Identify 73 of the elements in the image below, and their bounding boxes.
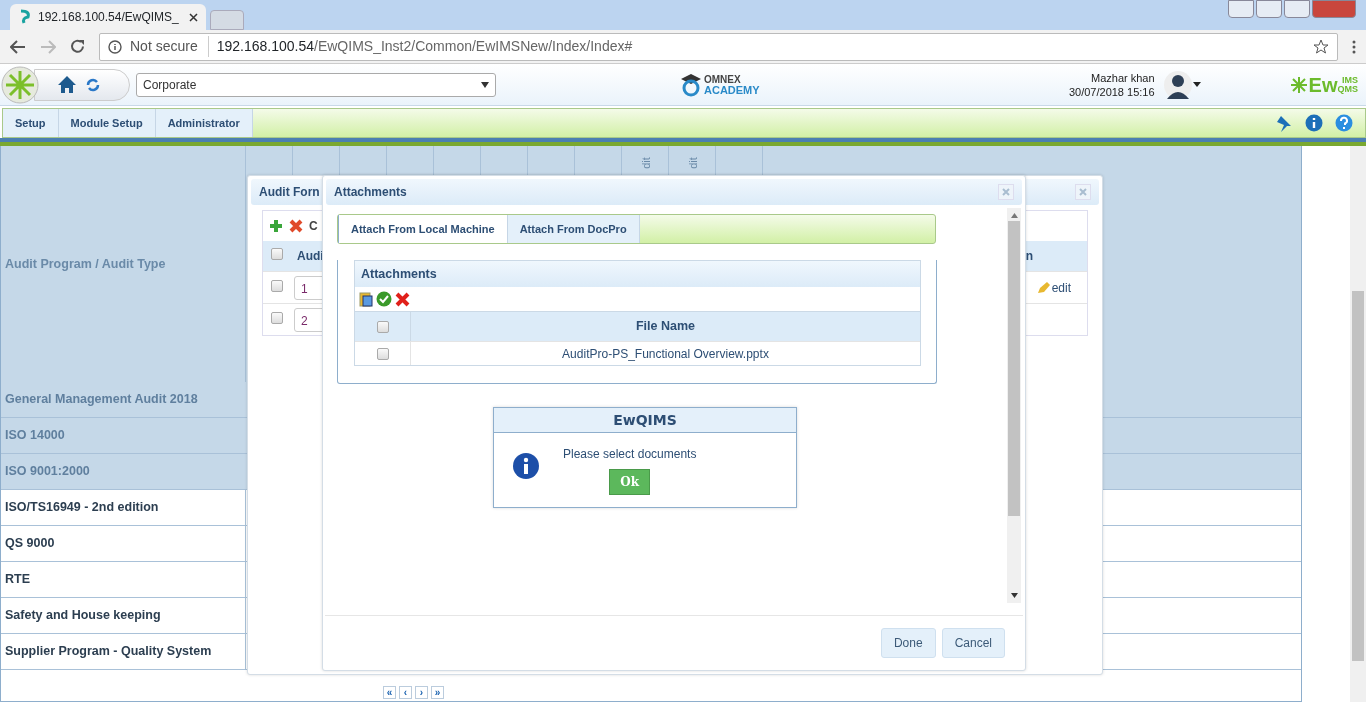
close-icon[interactable] (189, 12, 198, 22)
minimize-button[interactable] (1256, 0, 1282, 18)
scrollbar[interactable] (1350, 146, 1366, 702)
file-name: AuditPro-PS_Functional Overview.pptx (562, 345, 769, 363)
tab-title: 192.168.100.54/EwQIMS_ (38, 9, 179, 26)
snowflake-logo-icon[interactable] (0, 64, 40, 105)
row-label[interactable]: ISO/TS16949 - 2nd edition (1, 490, 246, 525)
home-icon[interactable] (57, 75, 77, 94)
date-time: 30/07/2018 15:16 (1068, 84, 1155, 99)
column-header: dit (686, 157, 699, 169)
scroll-down-icon[interactable] (1010, 593, 1018, 598)
pencil-icon (1036, 281, 1050, 294)
bookmark-star-icon[interactable] (1313, 38, 1329, 55)
menu-icon[interactable] (1352, 39, 1356, 54)
checkbox[interactable] (271, 311, 283, 324)
toolbar-label: C (309, 218, 318, 235)
check-icon[interactable] (376, 291, 392, 307)
delete-icon[interactable] (395, 291, 410, 307)
dialog-button[interactable]: Cancel (941, 628, 1005, 658)
tab[interactable]: Attach From DocPro (507, 215, 640, 243)
clipboard-icon[interactable] (359, 291, 373, 307)
dialog-title: EwQIMS (494, 408, 796, 433)
reload-icon[interactable] (70, 39, 85, 54)
help-icon[interactable] (1335, 114, 1353, 132)
location-select[interactable]: Corporate (136, 72, 496, 97)
pager-button[interactable]: « (383, 686, 396, 699)
scroll-up-icon[interactable] (1010, 213, 1018, 218)
add-icon[interactable] (269, 219, 283, 233)
pin-icon[interactable] (1275, 114, 1293, 132)
column-header: Audit Program / Audit Type (5, 255, 166, 273)
column-header: n (1025, 248, 1033, 265)
pager-button[interactable]: › (415, 686, 428, 699)
row-label[interactable]: RTE (1, 562, 246, 597)
pager-button[interactable]: » (431, 686, 444, 699)
column-header: File Name (635, 318, 696, 336)
info-icon[interactable] (1305, 114, 1323, 132)
site-icon (18, 9, 32, 25)
refresh-icon[interactable] (85, 76, 101, 93)
menu-tab[interactable]: Module Setup (58, 109, 156, 137)
edit-link[interactable]: edit (1051, 278, 1071, 297)
user-button[interactable] (1228, 0, 1254, 18)
caret-icon (481, 81, 489, 88)
pager-button[interactable]: ‹ (399, 686, 412, 699)
menu-tab[interactable]: Administrator (155, 109, 253, 137)
back-icon[interactable] (10, 39, 26, 54)
scrollbar[interactable] (1007, 208, 1021, 603)
info-icon (512, 452, 540, 480)
row-label[interactable]: Safety and House keeping (1, 598, 246, 633)
checkbox[interactable] (376, 347, 389, 360)
checkbox[interactable] (271, 279, 283, 292)
academy-logo: OMNEX ACADEMY (680, 72, 760, 97)
message-text: Please select documents (563, 446, 697, 463)
dialog-button[interactable]: Done (880, 628, 936, 658)
column-header: dit (639, 157, 652, 169)
tab[interactable]: Attach From Local Machine (338, 215, 508, 243)
avatar-icon[interactable] (1162, 69, 1193, 100)
row-label[interactable]: QS 9000 (1, 526, 246, 561)
delete-icon[interactable] (289, 219, 303, 233)
grid-title: Attachments (355, 261, 920, 287)
security-label: Not secure (130, 36, 209, 57)
caret-icon[interactable] (1192, 82, 1201, 87)
row-label[interactable]: Supplier Program - Quality System (1, 634, 246, 669)
maximize-button[interactable] (1284, 0, 1310, 18)
address-field[interactable]: Not secure 192.168.100.54/EwQIMS_Inst2/Common/EwIMSNew/Index/Index# (99, 32, 1338, 61)
user-name: Mazhar khan (1090, 70, 1155, 85)
menu-tab[interactable]: Setup (3, 109, 59, 137)
checkbox[interactable] (376, 320, 389, 333)
info-icon (108, 39, 122, 54)
url-text: 192.168.100.54/EwQIMS_Inst2/Common/EwIMSNew/Index/Index# (216, 37, 633, 56)
dialog-title: Attachments (334, 184, 407, 201)
checkbox[interactable] (271, 248, 283, 260)
browser-tab[interactable]: 192.168.100.54/EwQIMS_ (10, 4, 206, 30)
dialog-title: Audit Forn (259, 184, 320, 201)
